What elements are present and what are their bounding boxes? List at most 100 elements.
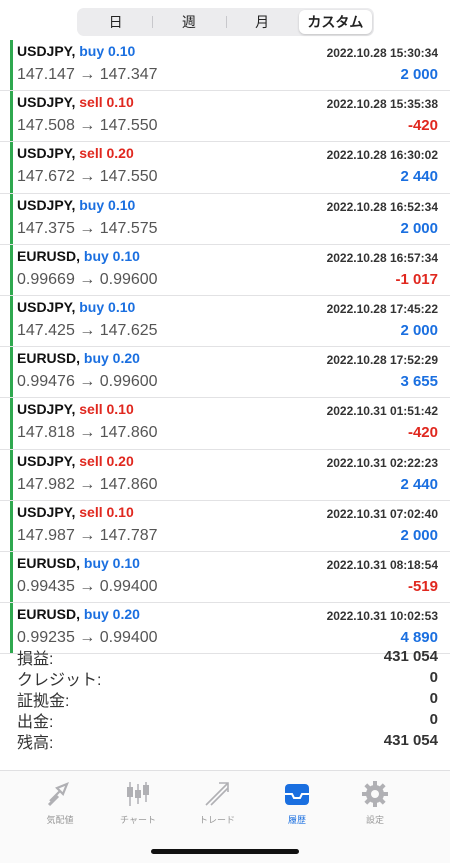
trade-title: EURUSD, buy 0.10 <box>17 555 140 571</box>
tab-label: 設定 <box>365 815 384 825</box>
trade-profit: -1 017 <box>395 270 438 288</box>
trade-time: 2022.10.31 02:22:23 <box>326 455 438 470</box>
tab-day[interactable]: 日 <box>79 10 152 34</box>
row-marker <box>10 193 13 244</box>
row-marker <box>10 244 13 295</box>
trade-symbol: USDJPY, <box>17 196 76 213</box>
summary-row-deposit: 証拠金: 0 <box>17 688 438 710</box>
trade-row[interactable]: USDJPY, buy 0.10 2022.10.28 15:30:34 147.1… <box>0 40 450 92</box>
trade-title: USDJPY, buy 0.10 <box>17 43 135 59</box>
trade-volume: sell 0.20 <box>79 145 134 162</box>
trade-title: USDJPY, sell 0.10 <box>17 401 134 417</box>
trade-time: 2022.10.28 17:52:29 <box>326 353 438 368</box>
trade-profit: 2 000 <box>400 526 438 544</box>
trade-time: 2022.10.31 08:18:54 <box>326 557 438 572</box>
home-indicator <box>151 849 299 854</box>
trade-price: 147.147 → 147.347 <box>17 66 158 83</box>
tab-history[interactable]: 履歴 <box>262 779 332 826</box>
tab-label: トレード <box>198 815 235 825</box>
trade-volume: sell 0.20 <box>79 452 134 469</box>
trade-icon <box>182 779 252 809</box>
trade-title: EURUSD, buy 0.20 <box>17 606 140 622</box>
trade-row[interactable]: USDJPY, buy 0.10 2022.10.28 16:52:34 147.3… <box>0 193 450 245</box>
trade-symbol: EURUSD, <box>17 554 81 571</box>
trade-time: 2022.10.28 15:35:38 <box>326 97 438 112</box>
trade-time: 2022.10.31 07:02:40 <box>326 506 438 521</box>
trade-time: 2022.10.28 16:30:02 <box>326 148 438 163</box>
summary-label: 残高: <box>17 734 54 752</box>
trade-title: USDJPY, sell 0.20 <box>17 453 134 469</box>
trade-symbol: USDJPY, <box>17 452 76 469</box>
trade-row[interactable]: USDJPY, sell 0.10 2022.10.31 01:51:42 147.… <box>0 398 450 450</box>
trade-volume: buy 0.10 <box>79 196 136 213</box>
trade-time: 2022.10.31 10:02:53 <box>326 609 438 624</box>
trade-volume: buy 0.10 <box>83 554 140 571</box>
trade-profit: 2 440 <box>400 168 438 186</box>
row-marker <box>10 500 13 551</box>
trade-title: USDJPY, buy 0.10 <box>17 299 135 315</box>
row-marker <box>10 398 13 449</box>
trade-profit: 2 000 <box>400 219 438 237</box>
trade-symbol: USDJPY, <box>17 401 76 418</box>
trade-title: USDJPY, sell 0.10 <box>17 94 134 110</box>
row-marker <box>10 603 13 654</box>
tab-label: 気配値 <box>46 815 74 825</box>
tab-settings[interactable]: 設定 <box>340 779 410 826</box>
trade-price: 147.987 → 147.787 <box>17 526 158 544</box>
trade-time: 2022.10.28 15:30:34 <box>326 46 438 60</box>
trade-symbol: USDJPY, <box>17 503 76 520</box>
tab-custom[interactable]: カスタム <box>298 10 372 34</box>
row-marker <box>10 551 13 603</box>
trade-title: EURUSD, buy 0.20 <box>17 350 140 366</box>
row-marker <box>10 449 13 500</box>
trade-time: 2022.10.31 01:51:42 <box>326 404 438 419</box>
quotes-icon <box>25 779 95 809</box>
trade-row[interactable]: USDJPY, buy 0.10 2022.10.28 17:45:22 147.4… <box>0 295 450 348</box>
trade-volume: buy 0.10 <box>83 247 140 264</box>
summary-value: 431 054 <box>383 732 438 749</box>
tab-quotes[interactable]: 気配値 <box>25 779 95 826</box>
row-marker <box>10 40 13 91</box>
trade-price: 0.99476 → 0.99600 <box>17 373 158 391</box>
trade-row[interactable]: USDJPY, sell 0.10 2022.10.31 07:02:40 147.… <box>0 500 450 552</box>
summary-value: 0 <box>429 669 438 686</box>
trade-price: 147.672 → 147.550 <box>17 168 158 186</box>
trade-row[interactable]: EURUSD, buy 0.20 2022.10.28 17:52:29 0.994… <box>0 347 450 399</box>
tab-trade[interactable]: トレード <box>182 779 252 826</box>
summary-row-credit: クレジット: 0 <box>17 667 438 689</box>
summary-row-withdrawal: 出金: 0 <box>17 709 438 731</box>
trade-profit: -420 <box>407 117 438 135</box>
period-segmented-control: 日 週 月 カスタム <box>77 8 374 36</box>
trade-volume: sell 0.10 <box>79 503 134 520</box>
trade-history-list: USDJPY, buy 0.10 2022.10.28 15:30:34 147.1… <box>0 40 450 655</box>
trade-price: 147.818 → 147.860 <box>17 424 158 442</box>
trade-price: 0.99669 → 0.99600 <box>17 270 158 288</box>
trade-symbol: EURUSD, <box>17 350 81 367</box>
tab-label: 履歴 <box>287 815 306 825</box>
summary-value: 0 <box>429 690 438 707</box>
trade-title: USDJPY, sell 0.20 <box>17 145 134 161</box>
trade-profit: -420 <box>407 424 438 442</box>
tab-week[interactable]: 週 <box>152 10 225 34</box>
tab-chart[interactable]: チャート <box>103 779 173 826</box>
trade-volume: sell 0.10 <box>79 94 134 111</box>
trade-volume: buy 0.10 <box>79 298 136 315</box>
trade-title: USDJPY, buy 0.10 <box>17 197 135 213</box>
tab-month[interactable]: 月 <box>225 10 299 34</box>
trade-row[interactable]: EURUSD, buy 0.10 2022.10.28 16:57:34 0.996… <box>0 244 450 296</box>
trade-row[interactable]: USDJPY, sell 0.10 2022.10.28 15:35:38 147.… <box>0 91 450 143</box>
trade-price: 147.375 → 147.575 <box>17 219 158 237</box>
trade-price: 147.425 → 147.625 <box>17 321 158 339</box>
trade-profit: 4 890 <box>400 629 438 647</box>
trade-symbol: USDJPY, <box>17 145 76 162</box>
trade-symbol: EURUSD, <box>17 606 81 623</box>
trade-row[interactable]: EURUSD, buy 0.10 2022.10.31 08:18:54 0.994… <box>0 551 450 604</box>
trade-price: 0.99435 → 0.99400 <box>17 577 158 595</box>
trade-volume: buy 0.10 <box>79 43 136 59</box>
trade-row[interactable]: USDJPY, sell 0.20 2022.10.31 02:22:23 147.… <box>0 449 450 501</box>
trade-symbol: USDJPY, <box>17 298 76 315</box>
trade-row[interactable]: USDJPY, sell 0.20 2022.10.28 16:30:02 147.… <box>0 142 450 194</box>
trade-time: 2022.10.28 17:45:22 <box>326 301 438 316</box>
trade-time: 2022.10.28 16:57:34 <box>326 250 438 265</box>
history-icon <box>262 779 332 809</box>
